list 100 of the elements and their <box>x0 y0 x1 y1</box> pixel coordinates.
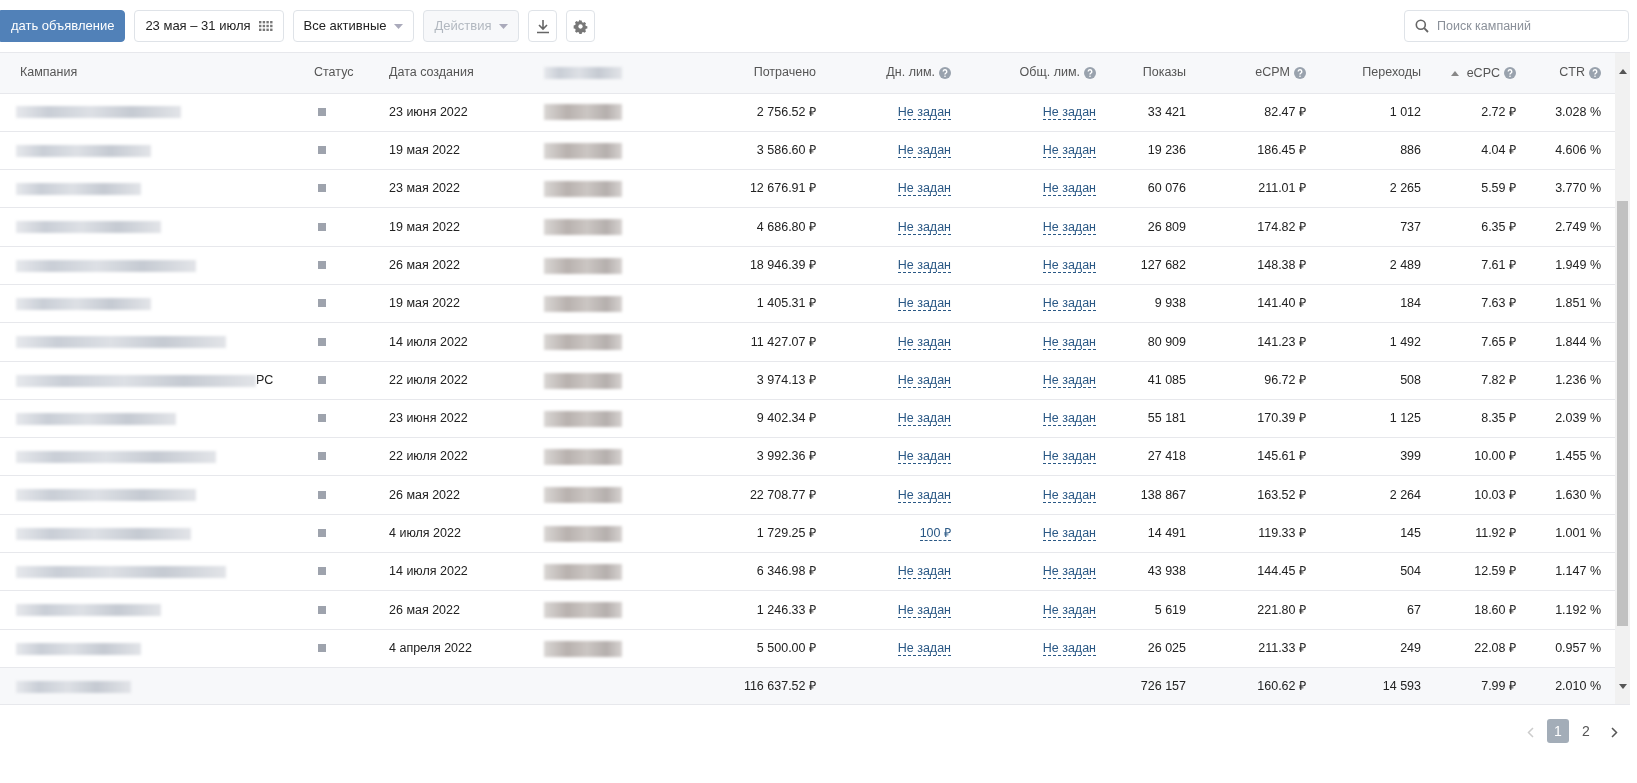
table-cell: 7.82 ₽ <box>1481 372 1516 387</box>
date-text: 26 мая 2022 <box>389 487 460 502</box>
limit-link[interactable]: Не задан <box>1042 296 1096 312</box>
table-cell: 163.52 ₽ <box>1257 487 1306 502</box>
status-icon <box>318 643 326 652</box>
table-cell: 145.61 ₽ <box>1257 449 1306 464</box>
table-cell: 2 264 <box>1389 487 1421 502</box>
table-cell: 0.957 % <box>1555 640 1601 655</box>
table-cell: 14 593 <box>1382 678 1421 693</box>
table-cell: 1.844 % <box>1555 334 1601 349</box>
limit-link[interactable]: Не задан <box>1042 143 1096 159</box>
table-cell: 60 076 <box>1147 181 1186 196</box>
limit-link[interactable]: Не задан <box>897 104 951 120</box>
table-cell: 2.749 % <box>1555 219 1601 234</box>
download-icon <box>535 18 550 34</box>
limit-link[interactable]: Не задан <box>897 640 951 656</box>
page-button[interactable]: 2 <box>1575 719 1597 744</box>
table-cell: 886 <box>1400 143 1421 158</box>
table-cell: 2 756.52 ₽ <box>756 104 816 119</box>
help-icon[interactable] <box>1294 66 1306 79</box>
limit-link[interactable]: Не задан <box>1042 372 1096 388</box>
limit-link[interactable]: Не задан <box>1042 640 1096 656</box>
scroll-up-icon[interactable] <box>1618 68 1627 74</box>
column-header[interactable]: Кампания <box>20 65 78 80</box>
settings-icon <box>573 18 589 34</box>
status-icon <box>318 222 326 231</box>
chevron-left-icon <box>1526 726 1534 738</box>
help-icon[interactable] <box>939 66 951 79</box>
campaign-name-fragment: РС <box>256 372 274 387</box>
table-cell: 18.60 ₽ <box>1474 602 1516 617</box>
limit-link[interactable]: Не задан <box>897 334 951 350</box>
settings-button[interactable] <box>566 10 596 42</box>
table-cell: 33 421 <box>1147 104 1186 119</box>
date-text: 23 мая 2022 <box>389 181 460 196</box>
limit-link[interactable]: Не задан <box>1042 411 1096 427</box>
limit-link[interactable]: Не задан <box>897 257 951 273</box>
table-cell: 11 427.07 ₽ <box>750 334 816 349</box>
table-cell: 1 405.31 ₽ <box>756 296 816 311</box>
date-text: 14 июля 2022 <box>389 334 468 349</box>
limit-link[interactable]: Не задан <box>897 602 951 618</box>
status-icon <box>318 529 326 538</box>
table-cell: 5.59 ₽ <box>1481 181 1516 196</box>
download-button[interactable] <box>528 10 558 42</box>
table-cell: 184 <box>1400 296 1421 311</box>
status-icon <box>318 605 326 614</box>
column-header[interactable]: Потрачено <box>753 63 816 83</box>
date-text: 23 июня 2022 <box>389 104 468 119</box>
filter-dropdown[interactable]: Все активные <box>292 10 415 42</box>
table-cell: 43 938 <box>1147 564 1186 579</box>
limit-link[interactable]: 100 ₽ <box>919 526 951 542</box>
table-cell: 12 676.91 ₽ <box>749 181 816 196</box>
limit-link[interactable]: Не задан <box>1042 602 1096 618</box>
calendar-grid-icon <box>258 20 273 32</box>
table-cell: 9 402.34 ₽ <box>756 411 816 426</box>
table-cell: 211.33 ₽ <box>1258 640 1306 655</box>
limit-link[interactable]: Не задан <box>1042 564 1096 580</box>
help-icon[interactable] <box>1589 66 1601 79</box>
limit-link[interactable]: Не задан <box>1042 487 1096 503</box>
scrollbar-thumb[interactable] <box>1617 201 1628 626</box>
table-cell: 249 <box>1400 640 1421 655</box>
table-cell: 2.72 ₽ <box>1481 104 1516 119</box>
table-cell: 10.00 ₽ <box>1474 449 1516 464</box>
help-icon[interactable] <box>1504 67 1516 80</box>
limit-link[interactable]: Не задан <box>897 564 951 580</box>
search-field[interactable]: Поиск кампаний <box>1404 10 1629 42</box>
limit-link[interactable]: Не задан <box>1042 257 1096 273</box>
table-cell: 11.92 ₽ <box>1475 526 1516 541</box>
table-cell: 186.45 ₽ <box>1257 143 1306 158</box>
create-ad-button[interactable]: дать объявление <box>0 10 126 42</box>
limit-link[interactable]: Не задан <box>1042 219 1096 235</box>
table-cell: 3.770 % <box>1555 181 1601 196</box>
limit-link[interactable]: Не задан <box>897 143 951 159</box>
status-icon <box>318 260 326 269</box>
limit-link[interactable]: Не задан <box>1042 449 1096 465</box>
limit-link[interactable]: Не задан <box>1042 526 1096 542</box>
limit-link[interactable]: Не задан <box>1042 181 1096 197</box>
table-cell: 2.039 % <box>1555 411 1601 426</box>
limit-link[interactable]: Не задан <box>897 296 951 312</box>
scroll-down-icon[interactable] <box>1618 684 1627 691</box>
table-cell: 3 992.36 ₽ <box>756 449 816 464</box>
table-cell: 8.35 ₽ <box>1481 411 1516 426</box>
date-text: 4 апреля 2022 <box>389 640 472 655</box>
limit-link[interactable]: Не задан <box>897 449 951 465</box>
limit-link[interactable]: Не задан <box>1042 334 1096 350</box>
table-cell: 1 729.25 ₽ <box>756 526 816 541</box>
table-cell: 1.455 % <box>1555 449 1601 464</box>
date-range-picker[interactable]: 23 мая – 31 июля <box>134 10 284 42</box>
table-cell: 7.61 ₽ <box>1481 257 1516 272</box>
status-icon <box>318 299 326 308</box>
table-cell: 10.03 ₽ <box>1474 487 1516 502</box>
limit-link[interactable]: Не задан <box>897 487 951 503</box>
limit-link[interactable]: Не задан <box>1042 104 1096 120</box>
table-cell: 41 085 <box>1147 372 1186 387</box>
limit-link[interactable]: Не задан <box>897 372 951 388</box>
limit-link[interactable]: Не задан <box>897 219 951 235</box>
table-cell: 1.630 % <box>1555 487 1601 502</box>
limit-link[interactable]: Не задан <box>897 181 951 197</box>
limit-link[interactable]: Не задан <box>897 411 951 427</box>
status-icon <box>318 414 326 423</box>
help-icon[interactable] <box>1084 66 1096 79</box>
